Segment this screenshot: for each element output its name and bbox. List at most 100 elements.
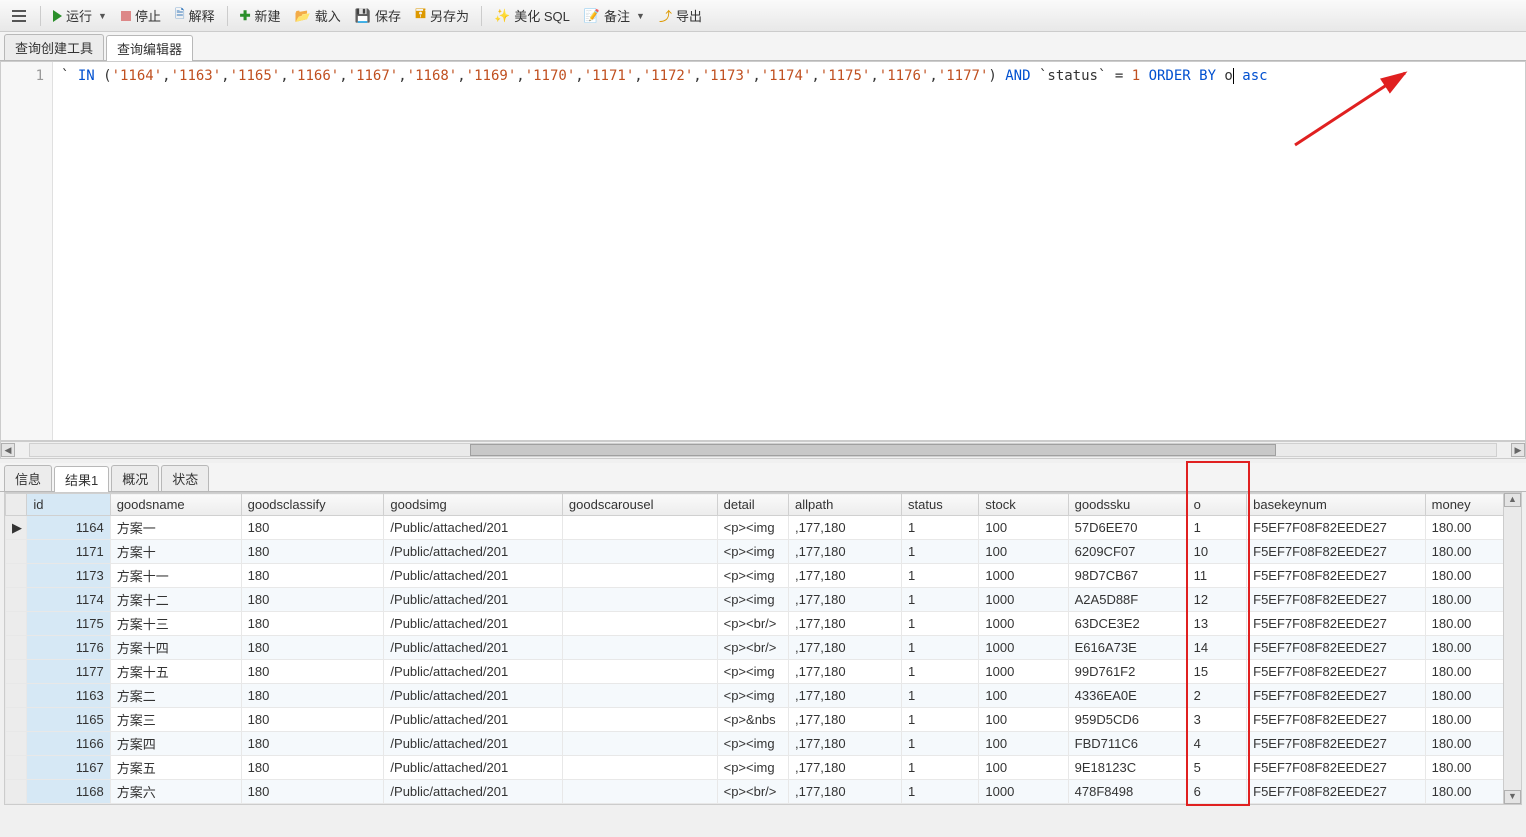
cell-goodsclassify[interactable]: 180	[241, 660, 384, 684]
cell-goodscarousel[interactable]	[562, 780, 717, 804]
cell-goodssku[interactable]: 63DCE3E2	[1068, 612, 1187, 636]
cell-goodscarousel[interactable]	[562, 660, 717, 684]
cell-o[interactable]: 12	[1187, 588, 1247, 612]
cell-status[interactable]: 1	[902, 516, 979, 540]
cell-allpath[interactable]: ,177,180	[789, 660, 902, 684]
new-button[interactable]: ✚新建	[234, 4, 287, 27]
cell-goodssku[interactable]: 9E18123C	[1068, 756, 1187, 780]
cell-id[interactable]: 1171	[27, 540, 110, 564]
sql-editor[interactable]: 1 ` IN ('1164','1163','1165','1166','116…	[0, 61, 1526, 441]
cell-status[interactable]: 1	[902, 612, 979, 636]
scroll-left-button[interactable]: ◀	[1, 443, 15, 457]
cell-allpath[interactable]: ,177,180	[789, 564, 902, 588]
cell-o[interactable]: 2	[1187, 684, 1247, 708]
cell-detail[interactable]: <p><img	[717, 516, 788, 540]
cell-goodssku[interactable]: 6209CF07	[1068, 540, 1187, 564]
cell-goodsimg[interactable]: /Public/attached/201	[384, 756, 563, 780]
cell-id[interactable]: 1173	[27, 564, 110, 588]
cell-goodsname[interactable]: 方案十	[110, 540, 241, 564]
col-header-allpath[interactable]: allpath	[789, 494, 902, 516]
table-row[interactable]: 1166方案四180/Public/attached/201<p><img,17…	[6, 732, 1521, 756]
export-button[interactable]: ⤴导出	[653, 4, 708, 27]
cell-goodssku[interactable]: 959D5CD6	[1068, 708, 1187, 732]
cell-allpath[interactable]: ,177,180	[789, 588, 902, 612]
cell-status[interactable]: 1	[902, 540, 979, 564]
cell-status[interactable]: 1	[902, 756, 979, 780]
table-row[interactable]: 1163方案二180/Public/attached/201<p><img,17…	[6, 684, 1521, 708]
col-header-detail[interactable]: detail	[717, 494, 788, 516]
cell-goodsname[interactable]: 方案十二	[110, 588, 241, 612]
cell-status[interactable]: 1	[902, 588, 979, 612]
cell-o[interactable]: 5	[1187, 756, 1247, 780]
cell-goodssku[interactable]: 4336EA0E	[1068, 684, 1187, 708]
cell-status[interactable]: 1	[902, 708, 979, 732]
table-row[interactable]: 1165方案三180/Public/attached/201<p>&nbs,17…	[6, 708, 1521, 732]
cell-id[interactable]: 1165	[27, 708, 110, 732]
cell-o[interactable]: 15	[1187, 660, 1247, 684]
col-header-stock[interactable]: stock	[979, 494, 1068, 516]
cell-basekeynum[interactable]: F5EF7F08F82EEDE27	[1247, 756, 1426, 780]
cell-id[interactable]: 1166	[27, 732, 110, 756]
cell-goodsimg[interactable]: /Public/attached/201	[384, 660, 563, 684]
run-button[interactable]: 运行▼	[47, 4, 113, 27]
cell-basekeynum[interactable]: F5EF7F08F82EEDE27	[1247, 684, 1426, 708]
cell-o[interactable]: 13	[1187, 612, 1247, 636]
cell-status[interactable]: 1	[902, 684, 979, 708]
cell-id[interactable]: 1175	[27, 612, 110, 636]
tab-query-builder[interactable]: 查询创建工具	[4, 34, 104, 60]
cell-allpath[interactable]: ,177,180	[789, 708, 902, 732]
cell-goodsname[interactable]: 方案十四	[110, 636, 241, 660]
cell-goodssku[interactable]: 478F8498	[1068, 780, 1187, 804]
tab-profile[interactable]: 概况	[111, 465, 159, 491]
col-header-goodscarousel[interactable]: goodscarousel	[562, 494, 717, 516]
col-header-goodsname[interactable]: goodsname	[110, 494, 241, 516]
cell-stock[interactable]: 1000	[979, 612, 1068, 636]
table-row[interactable]: 1176方案十四180/Public/attached/201<p><br/>,…	[6, 636, 1521, 660]
scroll-up-button[interactable]: ▲	[1504, 493, 1521, 507]
cell-stock[interactable]: 1000	[979, 780, 1068, 804]
col-header-goodssku[interactable]: goodssku	[1068, 494, 1187, 516]
scroll-thumb[interactable]	[470, 444, 1276, 456]
grid-vscrollbar[interactable]: ▲ ▼	[1503, 493, 1521, 804]
table-row[interactable]: 1173方案十一180/Public/attached/201<p><img,1…	[6, 564, 1521, 588]
cell-detail[interactable]: <p><br/>	[717, 612, 788, 636]
cell-goodsname[interactable]: 方案三	[110, 708, 241, 732]
cell-stock[interactable]: 1000	[979, 636, 1068, 660]
col-header-goodsimg[interactable]: goodsimg	[384, 494, 563, 516]
cell-goodssku[interactable]: 57D6EE70	[1068, 516, 1187, 540]
cell-goodsclassify[interactable]: 180	[241, 516, 384, 540]
cell-goodsname[interactable]: 方案一	[110, 516, 241, 540]
cell-id[interactable]: 1168	[27, 780, 110, 804]
cell-o[interactable]: 10	[1187, 540, 1247, 564]
cell-goodsname[interactable]: 方案四	[110, 732, 241, 756]
cell-goodsname[interactable]: 方案十三	[110, 612, 241, 636]
load-button[interactable]: 📂载入	[289, 4, 347, 27]
cell-goodsclassify[interactable]: 180	[241, 612, 384, 636]
cell-allpath[interactable]: ,177,180	[789, 780, 902, 804]
explain-button[interactable]: 🗎解释	[169, 3, 221, 28]
cell-goodsimg[interactable]: /Public/attached/201	[384, 588, 563, 612]
cell-goodsimg[interactable]: /Public/attached/201	[384, 636, 563, 660]
scroll-right-button[interactable]: ▶	[1511, 443, 1525, 457]
cell-goodsimg[interactable]: /Public/attached/201	[384, 564, 563, 588]
cell-basekeynum[interactable]: F5EF7F08F82EEDE27	[1247, 564, 1426, 588]
cell-goodsclassify[interactable]: 180	[241, 684, 384, 708]
cell-goodsname[interactable]: 方案五	[110, 756, 241, 780]
tab-result1[interactable]: 结果1	[54, 466, 109, 492]
scroll-track[interactable]	[1504, 507, 1521, 790]
cell-goodsimg[interactable]: /Public/attached/201	[384, 540, 563, 564]
cell-goodssku[interactable]: FBD711C6	[1068, 732, 1187, 756]
col-header-goodsclassify[interactable]: goodsclassify	[241, 494, 384, 516]
cell-goodsclassify[interactable]: 180	[241, 780, 384, 804]
scroll-down-button[interactable]: ▼	[1504, 790, 1521, 804]
cell-stock[interactable]: 1000	[979, 588, 1068, 612]
col-header-o[interactable]: o	[1187, 494, 1247, 516]
cell-basekeynum[interactable]: F5EF7F08F82EEDE27	[1247, 588, 1426, 612]
cell-status[interactable]: 1	[902, 636, 979, 660]
cell-goodsclassify[interactable]: 180	[241, 588, 384, 612]
cell-basekeynum[interactable]: F5EF7F08F82EEDE27	[1247, 732, 1426, 756]
cell-goodssku[interactable]: A2A5D88F	[1068, 588, 1187, 612]
cell-basekeynum[interactable]: F5EF7F08F82EEDE27	[1247, 708, 1426, 732]
cell-id[interactable]: 1163	[27, 684, 110, 708]
cell-goodscarousel[interactable]	[562, 636, 717, 660]
